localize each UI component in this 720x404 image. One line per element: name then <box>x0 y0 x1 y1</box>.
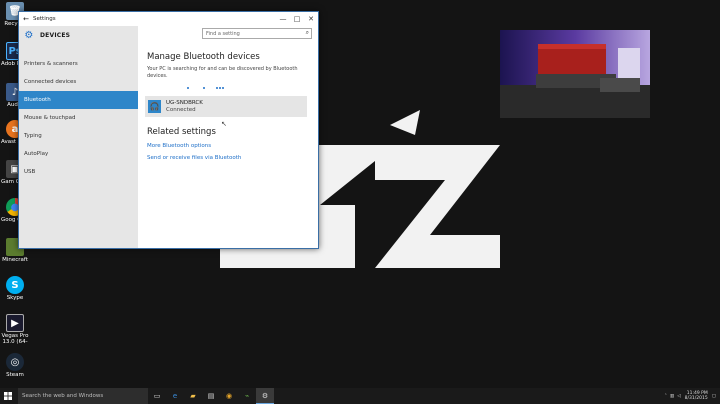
app-taskbar-icon[interactable]: ⌁ <box>238 388 256 404</box>
section-title: DEVICES <box>40 31 71 39</box>
desktop-icon-steam[interactable]: ◎ Steam <box>0 353 30 378</box>
desktop-icon-skype[interactable]: S Skype <box>0 276 30 301</box>
sidebar-nav: Printers & scanners Connected devices Bl… <box>19 55 138 181</box>
headphones-icon: 🎧 <box>148 100 161 113</box>
start-button[interactable] <box>0 388 16 404</box>
sidebar-item-usb[interactable]: USB <box>19 163 138 181</box>
main-content: Find a setting ⌕ Manage Bluetooth device… <box>138 26 318 248</box>
searching-progress-dots <box>147 86 309 92</box>
window-title: Settings <box>33 16 56 22</box>
notifications-icon[interactable]: ▢ <box>712 394 716 399</box>
webcam-overlay <box>500 30 650 118</box>
network-icon[interactable]: ▥ <box>670 394 674 399</box>
steam-icon: ◎ <box>6 353 24 371</box>
related-settings-title: Related settings <box>147 127 216 137</box>
bluetooth-status-description: Your PC is searching for and can be disc… <box>147 66 298 79</box>
taskbar: Search the web and Windows ▭ e ▰ ▤ ◉ ⌁ ⚙… <box>0 388 720 404</box>
title-bar: ← Settings — □ ✕ <box>19 12 318 26</box>
windows-logo-icon <box>4 392 12 400</box>
volume-icon[interactable]: ◁ <box>677 394 680 399</box>
clock-date: 8/31/2015 <box>684 396 708 401</box>
clock[interactable]: 11:49 PM 8/31/2015 <box>685 391 708 401</box>
sidebar-item-connected-devices[interactable]: Connected devices <box>19 73 138 91</box>
settings-window: ← Settings — □ ✕ ⚙ DEVICES Printers & sc… <box>18 11 319 249</box>
chrome-taskbar-icon[interactable]: ◉ <box>220 388 238 404</box>
more-bluetooth-options-link[interactable]: More Bluetooth options <box>147 143 309 149</box>
sidebar-item-autoplay[interactable]: AutoPlay <box>19 145 138 163</box>
task-view-icon[interactable]: ▭ <box>148 388 166 404</box>
page-title: Manage Bluetooth devices <box>147 52 260 62</box>
gear-icon: ⚙ <box>24 29 34 41</box>
send-receive-files-link[interactable]: Send or receive files via Bluetooth <box>147 155 309 161</box>
desktop-icon-label: Steam <box>6 372 24 378</box>
taskbar-search-box[interactable]: Search the web and Windows <box>18 388 148 404</box>
desktop-icon-label: Minecraft <box>2 257 28 263</box>
settings-taskbar-icon[interactable]: ⚙ <box>256 388 274 404</box>
mouse-cursor-icon: ↖ <box>221 120 227 128</box>
minimize-button[interactable]: — <box>276 15 290 23</box>
sidebar-item-typing[interactable]: Typing <box>19 127 138 145</box>
desktop-icon-vegas-pro[interactable]: ▶ Vegas Pro 13.0 (64-bit) <box>0 314 30 345</box>
bluetooth-device-item[interactable]: 🎧 UG-SNDBRCK Connected <box>145 96 307 117</box>
sidebar-item-bluetooth[interactable]: Bluetooth <box>19 91 138 109</box>
back-arrow-icon[interactable]: ← <box>19 15 33 23</box>
device-name: UG-SNDBRCK <box>166 99 203 106</box>
sidebar-item-mouse-touchpad[interactable]: Mouse & touchpad <box>19 109 138 127</box>
search-icon: ⌕ <box>305 29 309 36</box>
file-explorer-icon[interactable]: ▰ <box>184 388 202 404</box>
search-input[interactable]: Find a setting ⌕ <box>202 28 312 39</box>
skype-icon: S <box>6 276 24 294</box>
edge-icon[interactable]: e <box>166 388 184 404</box>
tray-up-arrow-icon[interactable]: ˄ <box>665 394 667 399</box>
search-placeholder: Find a setting <box>206 30 240 37</box>
maximize-button[interactable]: □ <box>290 15 304 23</box>
close-button[interactable]: ✕ <box>304 15 318 23</box>
store-icon[interactable]: ▤ <box>202 388 220 404</box>
webcam-image <box>500 30 650 118</box>
device-status: Connected <box>166 106 196 113</box>
desktop-icon-label: Vegas Pro 13.0 (64-bit) <box>1 333 29 345</box>
sidebar-item-printers-scanners[interactable]: Printers & scanners <box>19 55 138 73</box>
vegas-pro-icon: ▶ <box>6 314 24 332</box>
taskbar-search-placeholder: Search the web and Windows <box>22 393 104 399</box>
sidebar-header: ⚙ DEVICES <box>19 26 138 44</box>
desktop-icon-label: Skype <box>6 295 24 301</box>
sidebar: ⚙ DEVICES Printers & scanners Connected … <box>19 26 138 248</box>
system-tray: ˄ ▥ ◁ 11:49 PM 8/31/2015 ▢ <box>665 388 716 404</box>
